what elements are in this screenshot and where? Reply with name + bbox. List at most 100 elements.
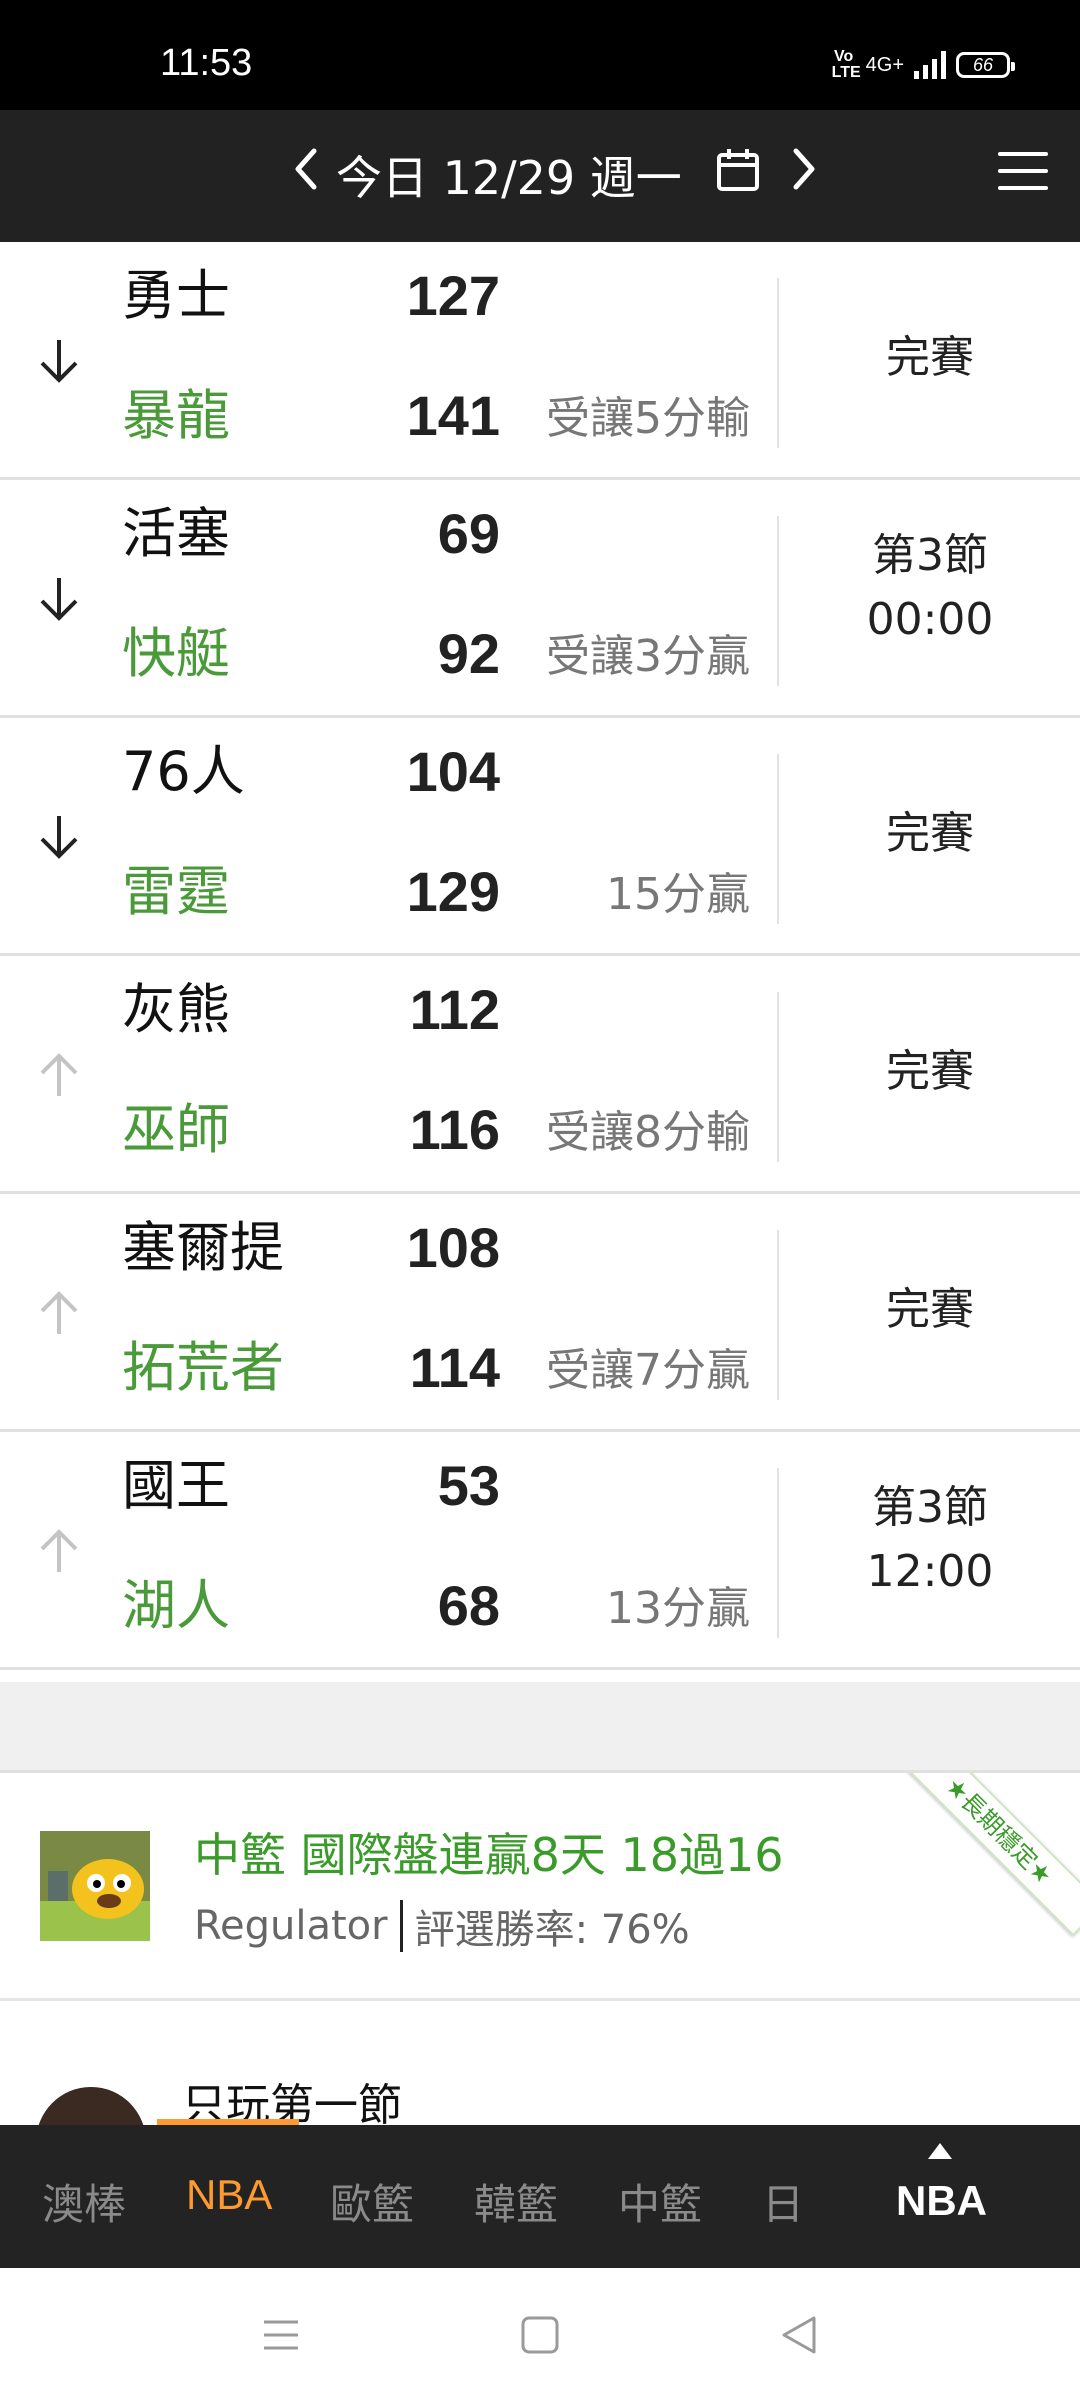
home-team-score: 116 <box>409 1098 500 1161</box>
status-bar: 11:53 Vo LTE 4G+ 66 <box>0 0 1080 110</box>
away-team-name: 76人 <box>122 740 245 803</box>
divider <box>777 1230 779 1400</box>
game-status-label: 第3節 <box>872 1482 988 1533</box>
away-team-score: 112 <box>409 978 500 1041</box>
handicap-result: 15分贏 <box>606 869 750 920</box>
away-team-score: 127 <box>406 264 500 327</box>
game-row[interactable]: 76人 104 雷霆 129 15分贏 完賽 <box>0 718 1080 956</box>
chevron-right-icon[interactable] <box>788 147 822 203</box>
game-row[interactable]: 灰熊 112 巫師 116 受讓8分輸 完賽 <box>0 956 1080 1194</box>
arrow-down-icon[interactable] <box>32 810 86 864</box>
section-separator <box>0 1682 1080 1773</box>
tab-china-basketball[interactable]: 中籃 <box>618 2171 702 2232</box>
expert-username[interactable]: Regulator <box>194 1903 388 1949</box>
arrow-down-icon[interactable] <box>32 334 86 388</box>
away-team-name: 勇士 <box>122 264 230 327</box>
date-label[interactable]: 今日 12/29 週一 <box>336 142 682 208</box>
game-status: 第3節 00:00 <box>780 524 1080 652</box>
home-team-score: 92 <box>437 622 500 685</box>
divider <box>777 278 779 448</box>
divider <box>777 1468 779 1638</box>
expert-card-2[interactable]: 只玩第一節 <box>0 2001 1080 2125</box>
game-row[interactable]: 勇士 127 暴龍 141 受讓5分輸 完賽 <box>0 242 1080 480</box>
away-team-score: 53 <box>437 1454 500 1517</box>
home-team-score: 68 <box>437 1574 500 1637</box>
home-team-score: 129 <box>406 860 500 923</box>
back-icon[interactable] <box>772 2308 826 2362</box>
league-selector[interactable]: NBA <box>896 2177 987 2225</box>
away-team-name: 國王 <box>122 1454 230 1517</box>
game-clock: 12:00 <box>866 1546 994 1597</box>
arrow-down-icon[interactable] <box>32 572 86 626</box>
calendar-icon[interactable] <box>716 147 760 204</box>
game-clock: 00:00 <box>866 594 994 645</box>
home-team-name: 雷霆 <box>122 860 230 923</box>
arrow-up-icon[interactable] <box>32 1048 86 1102</box>
away-team-score: 108 <box>406 1216 500 1279</box>
expert-card[interactable]: 中籃 國際盤連贏8天 18過16 Regulator 評選勝率: 76% ★長期… <box>0 1773 1080 2001</box>
top-bar: 今日 12/29 週一 <box>0 110 1080 242</box>
network-label: 4G+ <box>865 53 904 76</box>
divider <box>777 992 779 1162</box>
home-team-name: 拓荒者 <box>122 1336 284 1399</box>
handicap-result: 13分贏 <box>606 1583 750 1634</box>
game-status-label: 完賽 <box>886 1284 974 1335</box>
divider <box>399 1900 403 1952</box>
avatar <box>40 1831 150 1941</box>
home-team-score: 141 <box>406 384 500 447</box>
game-status-label: 完賽 <box>886 808 974 859</box>
expert-win-rate: 評選勝率: 76% <box>414 1907 690 1953</box>
arrow-up-icon[interactable] <box>32 1286 86 1340</box>
tab-japan[interactable]: 日 <box>762 2171 804 2232</box>
game-status-label: 完賽 <box>886 1046 974 1097</box>
away-team-name: 活塞 <box>122 502 230 565</box>
expert-meta: Regulator 評選勝率: 76% <box>194 1897 690 1955</box>
battery-icon: 66 <box>956 52 1015 78</box>
status-time: 11:53 <box>160 42 253 84</box>
game-row[interactable]: 國王 53 湖人 68 13分贏 第3節 12:00 <box>0 1432 1080 1670</box>
handicap-result: 受讓5分輸 <box>546 393 750 444</box>
game-status: 完賽 <box>780 1278 1080 1342</box>
game-row[interactable]: 活塞 69 快艇 92 受讓3分贏 第3節 00:00 <box>0 480 1080 718</box>
signal-icon <box>914 51 946 79</box>
game-status: 完賽 <box>780 802 1080 866</box>
tab-aus-baseball[interactable]: 澳棒 <box>42 2171 126 2232</box>
expert-card-title[interactable]: 只玩第一節 <box>182 2069 402 2125</box>
game-status: 第3節 12:00 <box>780 1476 1080 1604</box>
home-team-name: 巫師 <box>122 1098 230 1161</box>
handicap-result: 受讓8分輸 <box>546 1107 750 1158</box>
volte-icon: Vo LTE <box>831 48 861 81</box>
game-row[interactable]: 塞爾提 108 拓荒者 114 受讓7分贏 完賽 <box>0 1194 1080 1432</box>
home-icon[interactable] <box>513 2308 567 2362</box>
away-team-name: 塞爾提 <box>122 1216 284 1279</box>
battery-level: 66 <box>972 54 994 75</box>
hamburger-menu-icon[interactable] <box>998 152 1048 192</box>
status-icons: Vo LTE 4G+ 66 <box>831 48 1015 82</box>
chevron-left-icon[interactable] <box>288 147 322 203</box>
games-list: 勇士 127 暴龍 141 受讓5分輸 完賽 活塞 69 快艇 92 受讓3分贏… <box>0 242 1080 1670</box>
away-team-name: 灰熊 <box>122 978 230 1041</box>
tab-nba[interactable]: NBA <box>186 2171 272 2219</box>
league-tab-bar: 澳棒 NBA 歐籃 韓籃 中籃 日 NBA <box>0 2125 1080 2268</box>
game-status-label: 第3節 <box>872 530 988 581</box>
recent-apps-icon[interactable] <box>254 2308 308 2362</box>
system-nav-bar <box>0 2268 1080 2400</box>
date-navigator: 今日 12/29 週一 <box>288 140 822 210</box>
expert-record-title[interactable]: 中籃 國際盤連贏8天 18過16 <box>194 1819 784 1885</box>
home-team-name: 湖人 <box>122 1574 230 1637</box>
game-status: 完賽 <box>780 326 1080 390</box>
handicap-result: 受讓3分贏 <box>546 631 750 682</box>
home-team-score: 114 <box>409 1336 500 1399</box>
tab-korea-basketball[interactable]: 韓籃 <box>474 2171 558 2232</box>
handicap-result: 受讓7分贏 <box>546 1345 750 1396</box>
divider <box>777 516 779 686</box>
home-team-name: 快艇 <box>122 622 230 685</box>
game-status-label: 完賽 <box>886 332 974 383</box>
game-status: 完賽 <box>780 1040 1080 1104</box>
avatar <box>36 2087 146 2125</box>
tab-euro-basketball[interactable]: 歐籃 <box>330 2171 414 2232</box>
home-team-name: 暴龍 <box>122 384 230 447</box>
arrow-up-icon[interactable] <box>32 1524 86 1578</box>
away-team-score: 69 <box>437 502 500 565</box>
caret-up-icon[interactable] <box>928 2143 952 2159</box>
